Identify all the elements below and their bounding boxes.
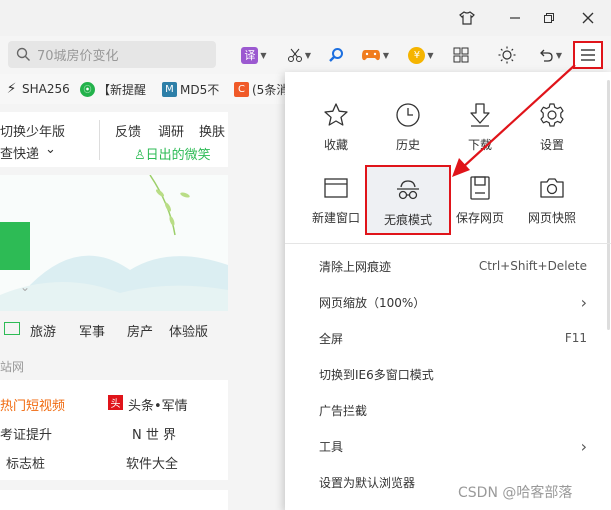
- new-window-button[interactable]: 新建窗口: [300, 171, 372, 233]
- history-button[interactable]: 历史: [372, 98, 444, 160]
- ie6-mode-label: 切换到IE6多窗口模式: [319, 367, 434, 382]
- tools-item[interactable]: 工具 ›: [319, 436, 587, 456]
- search-placeholder: 70城房价变化: [37, 49, 119, 64]
- headline-military-link[interactable]: 头条•军情: [128, 395, 188, 414]
- incognito-button[interactable]: 无痕模式: [365, 165, 451, 235]
- divider: [99, 120, 100, 160]
- express-lookup-link[interactable]: 查快递: [0, 143, 39, 162]
- bookmark-item[interactable]: ⦿ 【新提醒: [80, 80, 146, 98]
- skin-link[interactable]: 换肤: [199, 121, 225, 140]
- search-input[interactable]: 70城房价变化: [8, 41, 216, 68]
- user-icon: ♙: [134, 148, 146, 163]
- bookmark-favicon: C: [234, 81, 249, 97]
- travel-icon: [4, 322, 20, 335]
- bookmark-favicon: M: [162, 81, 177, 97]
- restore-icon[interactable]: [537, 6, 561, 30]
- game-button[interactable]: ▼: [358, 44, 392, 66]
- fullscreen-item[interactable]: 全屏 F11: [319, 328, 587, 348]
- annotation-arrow: [452, 64, 576, 177]
- headline-badge: 头: [108, 395, 123, 410]
- ad-block-label: 广告拦截: [319, 403, 368, 418]
- fullscreen-shortcut: F11: [564, 331, 587, 345]
- history-label: 历史: [395, 138, 420, 152]
- scissors-icon: [287, 48, 302, 62]
- nav-travel[interactable]: 旅游: [30, 321, 56, 340]
- translate-button[interactable]: 译 ▼: [238, 44, 270, 66]
- zoom-item[interactable]: 网页缩放（100%） ›: [319, 292, 587, 312]
- user-name: 日出的微笑: [145, 148, 211, 163]
- feedback-link[interactable]: 反馈: [115, 121, 141, 140]
- tshirt-icon[interactable]: [455, 6, 479, 30]
- youth-mode-link[interactable]: 切换少年版: [0, 121, 65, 140]
- gamepad-icon: [361, 50, 380, 61]
- ie6-mode-item[interactable]: 切换到IE6多窗口模式: [319, 364, 587, 384]
- bookmark-favicon: ⚡: [6, 81, 17, 97]
- nworld-link[interactable]: N 世 界: [132, 424, 176, 443]
- menu-divider: [285, 243, 611, 244]
- new-window-label: 新建窗口: [311, 211, 360, 225]
- software-link[interactable]: 软件大全: [126, 453, 178, 472]
- menu-scrollbar[interactable]: [607, 80, 610, 330]
- snapshot-label: 网页快照: [527, 211, 576, 225]
- bookmark-item[interactable]: C (5条消: [234, 80, 288, 98]
- favorites-button[interactable]: 收藏: [300, 98, 372, 160]
- chevron-right-icon: ›: [580, 436, 587, 456]
- hot-video-link[interactable]: 热门短视频: [0, 395, 65, 414]
- favorites-label: 收藏: [323, 138, 348, 152]
- search-tool-button[interactable]: [325, 44, 347, 66]
- minimize-icon[interactable]: [503, 6, 527, 30]
- banner-green-block: [0, 222, 30, 270]
- user-greeting[interactable]: ♙日出的微笑: [134, 144, 211, 163]
- bookmark-favicon: ⦿: [80, 81, 95, 97]
- clock-icon: [396, 103, 420, 127]
- bottom-card: [0, 490, 228, 510]
- tools-label: 工具: [319, 439, 344, 454]
- chevron-down-icon[interactable]: ⌄: [45, 142, 56, 157]
- chevron-down-icon[interactable]: ⌄: [20, 280, 30, 294]
- watermark: CSDN @哈客部落: [458, 485, 573, 501]
- exam-link[interactable]: 考证提升: [0, 424, 52, 443]
- nav-beta[interactable]: 体验版: [169, 321, 208, 340]
- magnifier-icon: [329, 48, 343, 62]
- nav-realestate[interactable]: 房产: [127, 321, 153, 340]
- close-icon[interactable]: [576, 6, 600, 30]
- incognito-icon: [397, 180, 419, 200]
- hamburger-icon: [581, 49, 595, 61]
- bookmark-label: SHA256: [22, 82, 70, 96]
- cut-button[interactable]: ▼: [283, 44, 315, 66]
- fullscreen-label: 全屏: [319, 331, 344, 346]
- coupon-button[interactable]: ¥ ▼: [404, 44, 438, 66]
- window-icon: [324, 178, 348, 198]
- search-icon: [16, 47, 30, 61]
- bookmark-label: MD5不: [180, 82, 220, 97]
- bookmark-label: 【新提醒: [98, 82, 147, 97]
- clear-traces-shortcut: Ctrl+Shift+Delete: [478, 259, 587, 273]
- incognito-label: 无痕模式: [383, 213, 432, 227]
- chevron-right-icon: ›: [580, 292, 587, 312]
- clear-traces-item[interactable]: 清除上网痕迹 Ctrl+Shift+Delete: [319, 256, 587, 276]
- bookmark-item[interactable]: M MD5不: [162, 80, 219, 98]
- bookmark-item[interactable]: ⚡ SHA256: [4, 80, 70, 98]
- default-browser-label: 设置为默认浏览器: [319, 475, 416, 490]
- translate-icon: 译: [241, 46, 259, 64]
- survey-link[interactable]: 调研: [158, 121, 184, 140]
- yen-icon: ¥: [408, 46, 426, 64]
- save-page-label: 保存网页: [455, 211, 504, 225]
- zoom-label: 网页缩放（100%）: [319, 295, 426, 310]
- ad-block-item[interactable]: 广告拦截: [319, 400, 587, 420]
- banner-illustration: [0, 175, 228, 311]
- section-label: 站网: [0, 360, 25, 374]
- star-icon: [324, 103, 348, 126]
- clear-traces-label: 清除上网痕迹: [319, 259, 392, 274]
- marker-link[interactable]: 标志桩: [6, 453, 45, 472]
- nav-military[interactable]: 军事: [79, 321, 105, 340]
- banner[interactable]: [0, 175, 228, 311]
- bookmark-label: (5条消: [252, 82, 289, 97]
